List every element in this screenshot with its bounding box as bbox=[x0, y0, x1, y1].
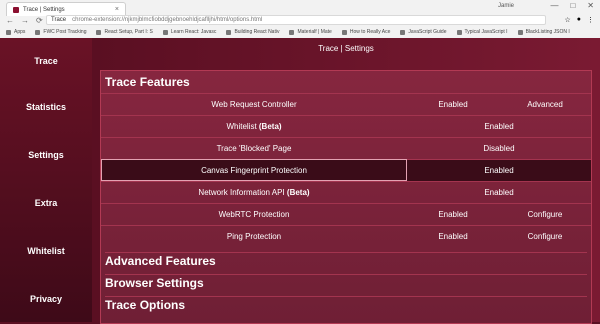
bookmark-item[interactable]: How to Really Ace bbox=[341, 29, 390, 35]
section-title-browser-settings[interactable]: Browser Settings bbox=[105, 274, 587, 290]
bookmark-item[interactable]: Typical JavaScript I bbox=[456, 29, 508, 35]
sidebar: Trace Statistics Settings Extra Whitelis… bbox=[0, 38, 92, 322]
bookmark-item[interactable]: Learn React: Javasc bbox=[162, 29, 216, 35]
sidebar-item-statistics[interactable]: Statistics bbox=[0, 102, 92, 112]
page-title: Trace | Settings bbox=[318, 44, 374, 53]
setting-status[interactable]: Enabled bbox=[407, 210, 499, 219]
tab-title: Trace | Settings bbox=[23, 6, 65, 13]
bookmark-icon bbox=[226, 29, 232, 35]
bookmark-icon bbox=[96, 29, 102, 35]
bookmark-item[interactable]: React Setup, Part I: S bbox=[96, 29, 153, 35]
bookmark-item[interactable]: JavaScript Guide bbox=[400, 29, 447, 35]
setting-action-advanced[interactable]: Advanced bbox=[499, 100, 591, 109]
back-icon[interactable]: ← bbox=[6, 16, 14, 25]
section-title-advanced-features[interactable]: Advanced Features bbox=[105, 252, 587, 268]
reload-icon[interactable]: ⟳ bbox=[36, 16, 43, 25]
setting-row-network-information-api[interactable]: Network Information API (Beta) Enabled bbox=[101, 181, 591, 204]
extension-icon[interactable]: ● bbox=[577, 16, 581, 24]
browser-chrome: Trace | Settings × Jamie — □ ✕ ← → ⟳ Tra… bbox=[0, 0, 600, 39]
setting-row-trace-blocked-page[interactable]: Trace 'Blocked' Page Disabled bbox=[101, 137, 591, 160]
bookmark-icon bbox=[400, 29, 406, 35]
setting-status[interactable]: Enabled bbox=[407, 188, 591, 197]
bookmark-icon bbox=[517, 29, 523, 35]
menu-icon[interactable]: ⋮ bbox=[587, 16, 594, 24]
star-icon[interactable]: ☆ bbox=[564, 16, 570, 24]
setting-label: Network Information API (Beta) bbox=[198, 188, 310, 197]
bookmark-icon bbox=[456, 29, 462, 35]
setting-label: WebRTC Protection bbox=[218, 210, 290, 219]
tab-close-icon[interactable]: × bbox=[115, 6, 119, 13]
profile-name[interactable]: Jamie bbox=[498, 3, 514, 9]
extension-icons: ☆ ● ⋮ bbox=[564, 16, 594, 24]
bookmark-icon bbox=[341, 29, 347, 35]
sidebar-item-extra[interactable]: Extra bbox=[0, 198, 92, 208]
setting-status[interactable]: Disabled bbox=[407, 144, 591, 153]
bookmark-icon bbox=[35, 29, 41, 35]
setting-status[interactable]: Enabled bbox=[407, 232, 499, 241]
apps-icon bbox=[6, 29, 11, 35]
forward-icon[interactable]: → bbox=[21, 16, 29, 25]
nav-buttons: ← → ⟳ bbox=[6, 16, 43, 25]
trace-favicon-icon bbox=[13, 6, 19, 13]
main-content: Trace | Settings Trace Features Web Requ… bbox=[92, 38, 600, 324]
setting-label: Whitelist (Beta) bbox=[226, 122, 282, 131]
setting-label: Canvas Fingerprint Protection bbox=[201, 166, 307, 175]
setting-action-configure[interactable]: Configure bbox=[499, 232, 591, 241]
window-controls: — □ ✕ bbox=[550, 1, 594, 10]
setting-status[interactable]: Enabled bbox=[407, 100, 499, 109]
sidebar-item-trace[interactable]: Trace bbox=[0, 56, 92, 66]
bookmark-item[interactable]: Apps bbox=[6, 29, 25, 35]
setting-label: Trace 'Blocked' Page bbox=[216, 144, 292, 153]
sidebar-item-whitelist[interactable]: Whitelist bbox=[0, 246, 92, 256]
site-chip: Trace bbox=[51, 17, 67, 23]
setting-label: Ping Protection bbox=[226, 232, 282, 241]
bookmark-item[interactable]: FWC Post Tracking bbox=[35, 29, 86, 35]
bookmark-item[interactable]: Building React Nativ bbox=[226, 29, 279, 35]
sidebar-item-settings[interactable]: Settings bbox=[0, 150, 92, 160]
sidebar-item-privacy[interactable]: Privacy bbox=[0, 294, 92, 304]
setting-row-web-request-controller[interactable]: Web Request Controller Enabled Advanced bbox=[101, 93, 591, 116]
setting-row-ping-protection[interactable]: Ping Protection Enabled Configure bbox=[101, 225, 591, 248]
setting-row-whitelist[interactable]: Whitelist (Beta) Enabled bbox=[101, 115, 591, 138]
setting-action-configure[interactable]: Configure bbox=[499, 210, 591, 219]
bookmark-icon bbox=[289, 29, 295, 35]
setting-status[interactable]: Enabled bbox=[407, 122, 591, 131]
bookmark-item[interactable]: BlackListing JSON I bbox=[517, 29, 570, 35]
section-title-trace-features[interactable]: Trace Features bbox=[105, 75, 190, 89]
bookmark-icon bbox=[162, 29, 168, 35]
browser-toolbar: ← → ⟳ Trace chrome-extension://njkmjblmc… bbox=[0, 14, 600, 27]
setting-status[interactable]: Enabled bbox=[407, 166, 591, 175]
close-window-icon[interactable]: ✕ bbox=[587, 1, 594, 10]
maximize-icon[interactable]: □ bbox=[570, 1, 575, 10]
minimize-icon[interactable]: — bbox=[550, 1, 558, 10]
section-title-trace-options[interactable]: Trace Options bbox=[105, 296, 587, 312]
setting-row-webrtc-protection[interactable]: WebRTC Protection Enabled Configure bbox=[101, 203, 591, 226]
url-text: chrome-extension://njkmjblmcfiobddjgebno… bbox=[72, 17, 263, 23]
bookmarks-bar: Apps FWC Post Tracking React Setup, Part… bbox=[0, 27, 600, 37]
address-bar[interactable]: Trace chrome-extension://njkmjblmcfiobdd… bbox=[46, 15, 546, 25]
settings-panel: Trace Features Web Request Controller En… bbox=[100, 70, 592, 324]
setting-label: Web Request Controller bbox=[211, 100, 297, 109]
setting-row-canvas-fingerprint-protection[interactable]: Canvas Fingerprint Protection Enabled bbox=[101, 159, 591, 182]
bookmark-item[interactable]: Materialf | Mate bbox=[289, 29, 332, 35]
